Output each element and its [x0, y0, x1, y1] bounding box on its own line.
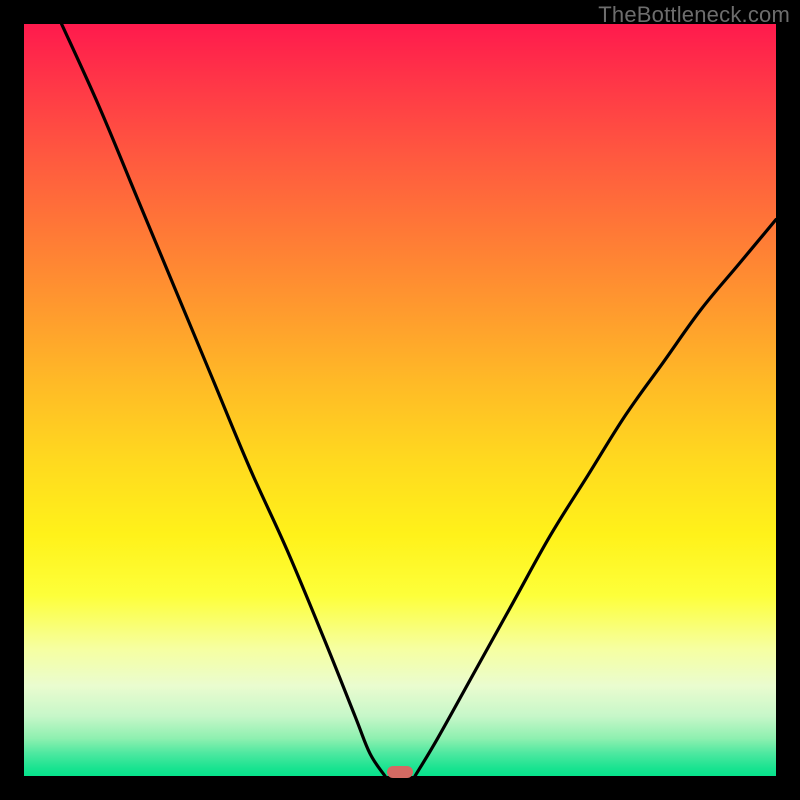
chart-plot-area [24, 24, 776, 776]
optimum-marker [387, 766, 413, 778]
curve-left-branch [62, 24, 385, 776]
chart-frame: TheBottleneck.com [0, 0, 800, 800]
curve-right-branch [415, 220, 776, 776]
watermark-text: TheBottleneck.com [598, 2, 790, 28]
bottleneck-curve [24, 24, 776, 776]
